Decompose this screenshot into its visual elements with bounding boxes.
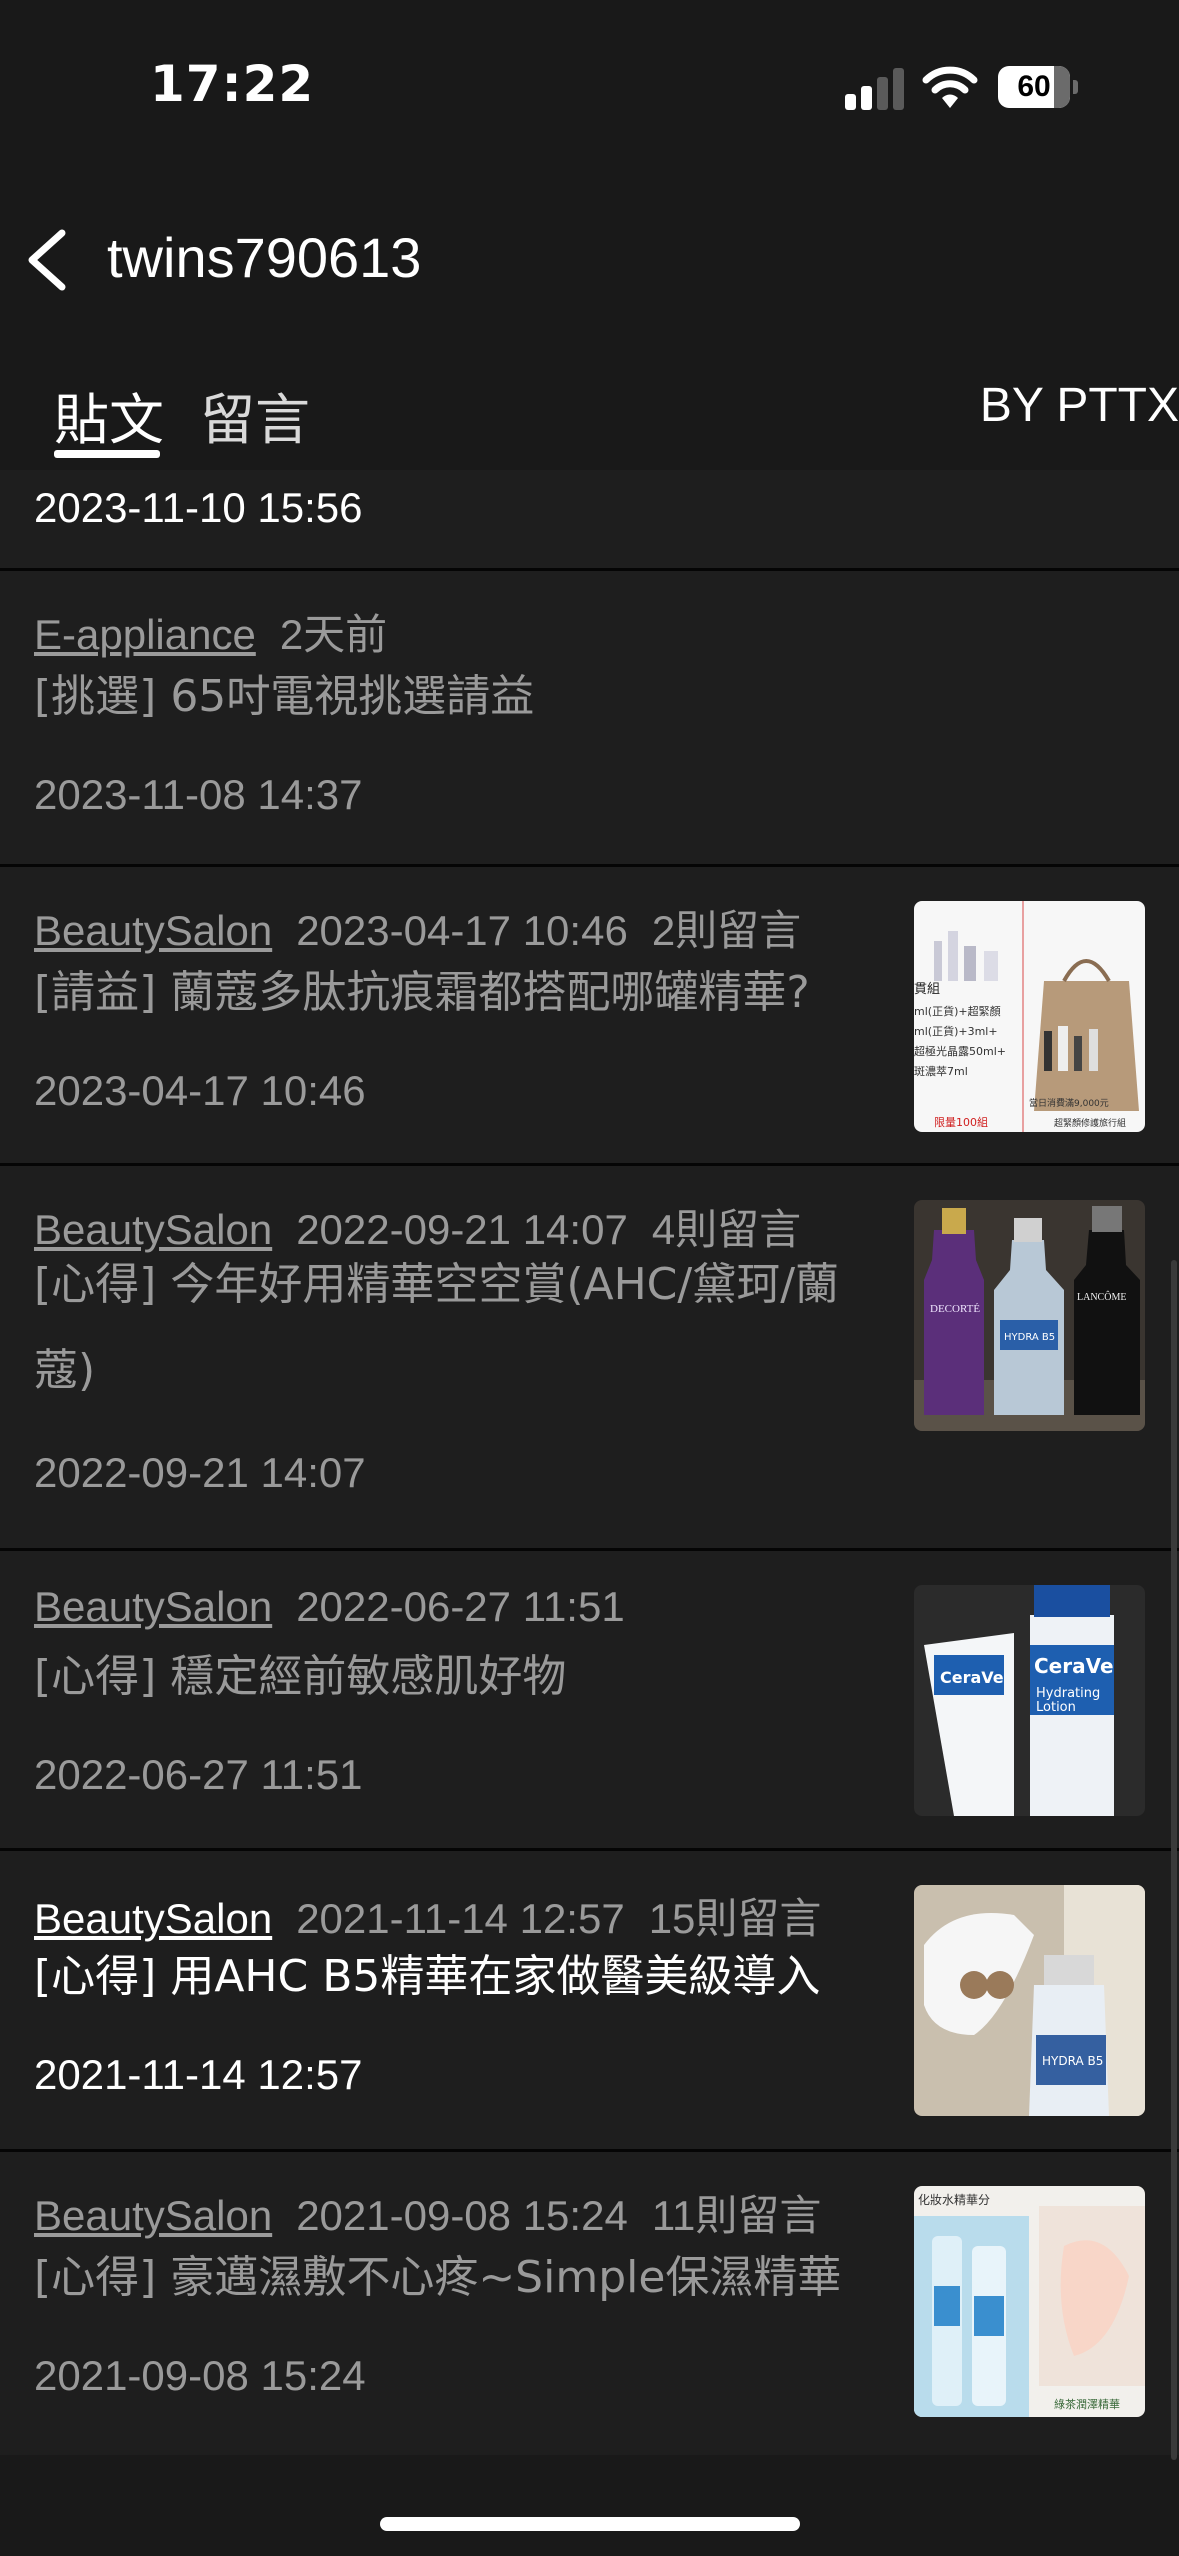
post-title: [心得] 今年好用精華空空賞(AHC/黛珂/蘭蔻) <box>34 1259 840 1396</box>
post-thumbnail[interactable]: 化妝水精華分 綠茶潤澤精華 <box>914 2186 1145 2417</box>
thumb-text: 化妝水精華分 <box>918 2193 990 2207</box>
list-item[interactable]: BeautySalon 2022-09-21 14:07 4則留言 [心得] 今年好… <box>0 1166 1179 1551</box>
thumb-text: LANCÔME <box>1077 1291 1126 1303</box>
cellular-signal-icon <box>845 68 905 110</box>
list-item[interactable]: BeautySalon 2021-09-08 15:24 11則留言 [心得] 豪邁… <box>0 2152 1179 2455</box>
board-link[interactable]: BeautySalon <box>34 1895 272 1942</box>
post-time: 2天前 <box>279 611 388 658</box>
post-thumbnail[interactable]: 貫組 ml(正貨)+超緊顏 ml(正貨)+3ml+ 超極光晶露50ml+ 斑濃萃… <box>914 901 1145 1132</box>
comment-count: 11則留言 <box>651 2192 822 2239</box>
thumb-text: DECORTÉ <box>930 1303 980 1315</box>
post-list: 2023-11-10 15:56 E-appliance 2天前 [挑選] 65吋… <box>0 470 1179 2455</box>
list-item[interactable]: 2023-11-10 15:56 <box>0 470 1179 571</box>
back-button[interactable] <box>18 225 78 295</box>
page-title: twins790613 <box>107 226 422 289</box>
post-title: [心得] 用AHC B5精華在家做醫美級導入 <box>34 1951 821 2002</box>
list-item[interactable]: BeautySalon 2021-11-14 12:57 15則留言 [心得] 用A… <box>0 1851 1179 2152</box>
post-thumbnail[interactable]: DECORTÉ HYDRA B5 LANCÔME <box>914 1200 1145 1431</box>
active-tab-indicator <box>54 450 160 458</box>
post-meta: BeautySalon 2023-04-17 10:46 2則留言 <box>34 897 801 958</box>
post-time: 2021-11-14 12:57 <box>296 1895 625 1942</box>
board-link[interactable]: E-appliance <box>34 611 256 658</box>
thumb-text: Hydrating <box>1036 1686 1100 1701</box>
tab-bar: 貼文 留言 BY PTTX <box>0 360 1179 470</box>
list-item[interactable]: BeautySalon 2023-04-17 10:46 2則留言 [請益] 蘭蔻多… <box>0 867 1179 1166</box>
post-meta: BeautySalon 2022-06-27 11:51 <box>34 1583 625 1631</box>
screen: 17:22 60 twins790613 貼文 留言 BY PTTX 2023-… <box>0 0 1179 2556</box>
thumb-text: 超極光晶露50ml+ <box>914 1044 1006 1058</box>
home-indicator[interactable] <box>380 2517 800 2531</box>
post-date: 2023-11-10 15:56 <box>34 484 363 531</box>
thumb-text: 限量100組 <box>934 1116 988 1129</box>
list-item[interactable]: E-appliance 2天前 [挑選] 65吋電視挑選請益 2023-11-08… <box>0 571 1179 867</box>
post-date: 2023-04-17 10:46 <box>34 1067 366 1114</box>
thumb-text: ml(正貨)+3ml+ <box>914 1024 998 1038</box>
thumb-text: 斑濃萃7ml <box>914 1064 968 1078</box>
board-link[interactable]: BeautySalon <box>34 907 272 954</box>
wifi-icon <box>922 66 978 108</box>
comment-count: 2則留言 <box>651 907 802 954</box>
post-date: 2021-11-14 12:57 <box>34 2051 363 2098</box>
tab-comments[interactable]: 留言 <box>200 375 310 455</box>
post-date: 2023-11-08 14:37 <box>34 771 363 818</box>
thumb-text: 當日消費滿9,000元 <box>1029 1097 1109 1109</box>
battery-level: 60 <box>1017 70 1051 103</box>
post-date: 2021-09-08 15:24 <box>34 2352 366 2399</box>
thumb-text: HYDRA B5 <box>1004 1332 1055 1343</box>
post-time: 2021-09-08 15:24 <box>296 2192 628 2239</box>
thumb-text: 貫組 <box>914 982 940 997</box>
post-date: 2022-09-21 14:07 <box>34 1449 366 1496</box>
battery-icon: 60 <box>998 66 1078 108</box>
post-title: [心得] 豪邁濕敷不心疼~Simple保濕精華 <box>34 2252 842 2303</box>
post-time: 2023-04-17 10:46 <box>296 907 628 954</box>
thumb-text: Lotion <box>1036 1700 1076 1715</box>
post-time: 2022-06-27 11:51 <box>296 1583 625 1630</box>
scroll-indicator[interactable] <box>1171 1260 1177 2460</box>
thumb-text: 綠茶潤澤精華 <box>1054 2398 1120 2411</box>
comment-count: 15則留言 <box>648 1895 822 1942</box>
post-date: 2022-06-27 11:51 <box>34 1751 363 1798</box>
status-time: 17:22 <box>150 55 315 113</box>
tab-posts[interactable]: 貼文 <box>54 375 164 455</box>
board-link[interactable]: BeautySalon <box>34 1583 272 1630</box>
post-thumbnail[interactable]: CeraVe CeraVe Hydrating Lotion <box>914 1585 1145 1816</box>
thumb-text: HYDRA B5 <box>1042 2054 1103 2068</box>
thumb-text: CeraVe <box>940 1668 1004 1687</box>
post-title: [挑選] 65吋電視挑選請益 <box>34 671 535 722</box>
post-meta: E-appliance 2天前 <box>34 601 387 662</box>
post-title: [請益] 蘭蔻多肽抗痕霜都搭配哪罐精華? <box>34 967 810 1018</box>
thumb-text: CeraVe <box>1034 1654 1114 1678</box>
by-pttx-label: BY PTTX <box>979 379 1179 432</box>
thumb-text: ml(正貨)+超緊顏 <box>914 1004 1001 1018</box>
board-link[interactable]: BeautySalon <box>34 2192 272 2239</box>
post-thumbnail[interactable]: HYDRA B5 <box>914 1885 1145 2116</box>
status-bar: 17:22 60 <box>0 0 1179 175</box>
post-meta: BeautySalon 2021-09-08 15:24 11則留言 <box>34 2182 821 2243</box>
thumb-text: 超緊顏修護旅行組 <box>1054 1117 1126 1129</box>
post-title: [心得] 穩定經前敏感肌好物 <box>34 1651 567 1702</box>
post-meta: BeautySalon 2021-11-14 12:57 15則留言 <box>34 1885 821 1946</box>
list-item[interactable]: BeautySalon 2022-06-27 11:51 [心得] 穩定經前敏感肌… <box>0 1551 1179 1851</box>
